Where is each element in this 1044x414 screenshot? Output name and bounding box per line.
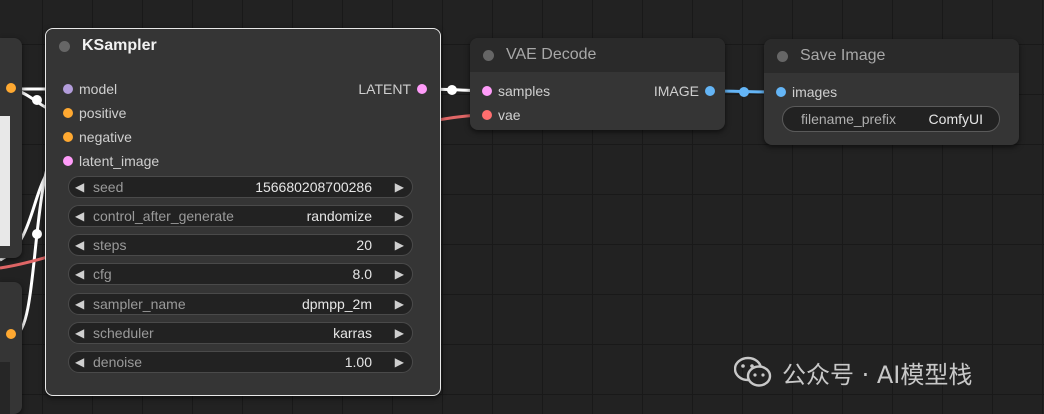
increment-arrow-icon[interactable]: ▶ [395, 206, 404, 226]
widget-value: 8.0 [352, 266, 372, 282]
input-pin[interactable] [63, 108, 73, 118]
input-pin[interactable] [482, 110, 492, 120]
decrement-arrow-icon[interactable]: ◀ [75, 235, 84, 255]
slot-label: images [792, 84, 838, 100]
node-status-dot-icon[interactable] [483, 50, 494, 61]
node-title-bar[interactable]: KSampler [46, 29, 440, 63]
widget-value: 156680208700286 [255, 179, 372, 195]
decrement-arrow-icon[interactable]: ◀ [75, 323, 84, 343]
output-image[interactable]: IMAGE [654, 82, 723, 100]
input-model[interactable]: model [55, 80, 117, 98]
input-pin[interactable] [63, 84, 73, 94]
increment-arrow-icon[interactable]: ▶ [395, 235, 404, 255]
output-latent[interactable]: LATENT [358, 80, 435, 98]
input-vae[interactable]: vae [474, 106, 521, 124]
preview-panel [0, 116, 10, 246]
vae-decode-node[interactable]: VAE Decode samples vae IMAGE [470, 38, 725, 130]
widget-sampler-name[interactable]: ◀ sampler_name dpmpp_2m ▶ [68, 293, 413, 315]
slot-label: vae [498, 107, 521, 123]
input-images[interactable]: images [768, 83, 837, 101]
slot-label: samples [498, 83, 551, 99]
widget-value: ComfyUI [928, 111, 983, 127]
widget-label: control_after_generate [93, 208, 234, 224]
node-title: KSampler [82, 37, 157, 54]
input-pin[interactable] [63, 156, 73, 166]
node-title: Save Image [800, 47, 886, 64]
widget-label: steps [93, 237, 127, 253]
ksampler-node[interactable]: KSampler model positive negative latent_… [45, 28, 441, 396]
widget-denoise[interactable]: ◀ denoise 1.00 ▶ [68, 351, 413, 373]
increment-arrow-icon[interactable]: ▶ [395, 352, 404, 372]
widget-scheduler[interactable]: ◀ scheduler karras ▶ [68, 322, 413, 344]
decrement-arrow-icon[interactable]: ◀ [75, 294, 84, 314]
widget-label: seed [93, 179, 124, 195]
slot-label: latent_image [79, 153, 160, 169]
slot-label: negative [79, 129, 132, 145]
preview-panel [0, 362, 10, 414]
slot-label: positive [79, 105, 127, 121]
output-pin[interactable] [6, 83, 16, 93]
watermark: 公众号 · AI模型栈 [734, 356, 973, 389]
input-latent-image[interactable]: latent_image [55, 152, 159, 170]
wire-reroute-dot [32, 229, 42, 239]
save-image-node[interactable]: Save Image images filename_prefix ComfyU… [764, 39, 1019, 145]
node-title-bar[interactable]: Save Image [764, 39, 1019, 73]
decrement-arrow-icon[interactable]: ◀ [75, 206, 84, 226]
input-pin[interactable] [482, 86, 492, 96]
widget-steps[interactable]: ◀ steps 20 ▶ [68, 234, 413, 256]
node-status-dot-icon[interactable] [59, 41, 70, 52]
widget-label: cfg [93, 266, 112, 282]
offscreen-node-lower[interactable] [0, 282, 22, 414]
wechat-icon [734, 356, 772, 387]
increment-arrow-icon[interactable]: ▶ [395, 264, 404, 284]
node-title-bar[interactable]: VAE Decode [470, 38, 725, 72]
decrement-arrow-icon[interactable]: ◀ [75, 264, 84, 284]
node-title: VAE Decode [506, 46, 597, 63]
wire-reroute-dot [32, 95, 42, 105]
input-positive[interactable]: positive [55, 104, 126, 122]
widget-cfg[interactable]: ◀ cfg 8.0 ▶ [68, 263, 413, 285]
output-pin[interactable] [6, 329, 16, 339]
increment-arrow-icon[interactable]: ▶ [395, 323, 404, 343]
widget-seed[interactable]: ◀ seed 156680208700286 ▶ [68, 176, 413, 198]
widget-value: karras [333, 325, 372, 341]
widget-value: 1.00 [344, 354, 372, 370]
input-samples[interactable]: samples [474, 82, 550, 100]
increment-arrow-icon[interactable]: ▶ [395, 177, 404, 197]
widget-value: 20 [356, 237, 372, 253]
widget-label: filename_prefix [801, 111, 896, 127]
decrement-arrow-icon[interactable]: ◀ [75, 352, 84, 372]
widget-label: scheduler [93, 325, 154, 341]
decrement-arrow-icon[interactable]: ◀ [75, 177, 84, 197]
output-pin[interactable] [417, 84, 427, 94]
wire-reroute-dot [447, 85, 457, 95]
widget-value: dpmpp_2m [301, 296, 372, 312]
slot-label: IMAGE [653, 83, 699, 99]
widget-label: sampler_name [93, 296, 186, 312]
slot-label: LATENT [358, 81, 411, 97]
widget-value: randomize [306, 208, 372, 224]
widget-control-after-generate[interactable]: ◀ control_after_generate randomize ▶ [68, 205, 413, 227]
node-status-dot-icon[interactable] [777, 51, 788, 62]
slot-label: model [79, 81, 118, 97]
input-pin[interactable] [63, 132, 73, 142]
watermark-text: 公众号 · AI模型栈 [782, 360, 973, 389]
output-pin[interactable] [705, 86, 715, 96]
input-pin[interactable] [776, 87, 786, 97]
widget-label: denoise [93, 354, 143, 370]
offscreen-node-upper[interactable] [0, 38, 22, 258]
filename-prefix-field[interactable]: filename_prefix ComfyUI [782, 106, 1000, 132]
wire-reroute-dot [739, 87, 749, 97]
input-negative[interactable]: negative [55, 128, 132, 146]
increment-arrow-icon[interactable]: ▶ [395, 294, 404, 314]
